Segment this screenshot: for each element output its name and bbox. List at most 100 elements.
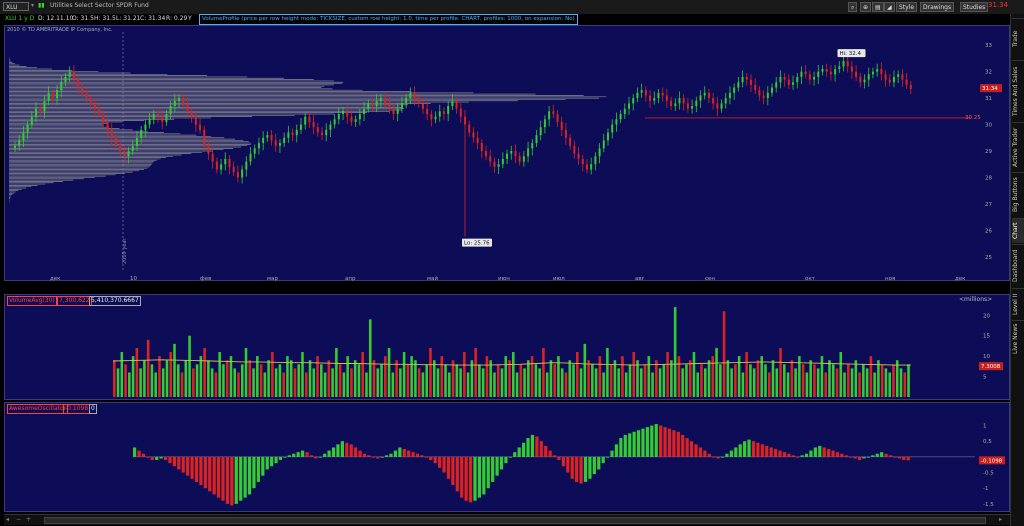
horizontal-scrollbar[interactable]: ◂ − + ▸ — [4, 514, 1010, 525]
oscillator-bar — [499, 456, 504, 470]
price-x-tick: окт — [805, 276, 816, 282]
volume-bar — [662, 364, 666, 397]
scroll-right-icon[interactable]: ▸ — [999, 516, 1002, 523]
oscillator-bar — [265, 456, 269, 470]
oscillator-bar — [751, 441, 756, 457]
hline-label: 30.25 — [965, 115, 981, 121]
candle-body — [581, 158, 584, 165]
price-y-tick: 29 — [985, 149, 992, 155]
oscillator-bar — [367, 455, 371, 457]
oscillator-bar — [239, 456, 243, 501]
candle-body — [114, 137, 117, 146]
oscillator-bar — [769, 447, 773, 457]
volume-bar — [263, 372, 267, 397]
candle-body — [855, 71, 858, 77]
volume-bar — [877, 360, 880, 397]
candle-body — [754, 84, 757, 91]
symbol-dropdown-icon[interactable]: ▾ — [31, 2, 34, 9]
candle-body — [173, 100, 176, 107]
candle-body — [737, 82, 740, 88]
volume-bar — [218, 352, 221, 397]
studies-button[interactable]: Studies — [960, 2, 989, 12]
oscillator-bar — [906, 456, 910, 461]
oscillator-bar — [566, 456, 570, 473]
candle-body — [623, 108, 626, 114]
candle-body — [459, 108, 462, 117]
style-button[interactable]: Style — [896, 2, 918, 12]
price-x-tick: июн — [498, 276, 510, 282]
volume-bar — [831, 364, 835, 397]
price-x-tick: июл — [553, 276, 565, 282]
sidebar-tab-big-buttons[interactable]: Big Buttons — [1012, 172, 1024, 217]
print-button[interactable]: ▤ — [872, 2, 884, 12]
sidebar-tab-live-news[interactable]: Live News — [1012, 320, 1024, 357]
candle-body — [564, 129, 567, 138]
candle-body — [670, 100, 673, 107]
oscillator-y-tick: -1.5 — [983, 502, 994, 508]
candle-body — [556, 113, 559, 122]
info-flag: Y — [188, 15, 192, 22]
candle-body — [371, 103, 374, 107]
volume-last-label: 7.3008 — [981, 364, 1001, 370]
sidebar-tab-chart[interactable]: Chart — [1012, 218, 1024, 243]
candle-body — [813, 76, 816, 80]
oscillator-bar — [840, 453, 844, 457]
oscillator-bar — [888, 455, 893, 457]
oscillator-bar — [433, 456, 437, 464]
scroll-left-icon[interactable]: ◂ — [6, 516, 9, 523]
search-button[interactable]: ⌕ — [848, 2, 858, 12]
oscillator-bar — [561, 456, 566, 467]
oscillator-bar — [902, 456, 906, 460]
volume-panel[interactable]: VolumeAvg(30) 7,300,622 5,410,370.6667 <… — [4, 294, 1010, 400]
volume-chart[interactable]: 5 10 15 20 7.3008 — [5, 295, 1011, 401]
oscillator-bar — [384, 455, 389, 457]
oscillator-bar — [411, 452, 415, 457]
volume-bar — [271, 352, 274, 397]
volume-bar — [647, 356, 651, 397]
candle-body — [691, 106, 694, 109]
volume-bar — [606, 347, 609, 397]
oscillator-chart[interactable]: 1 0.5 -0.5 -1 -1.5 -0.1098 — [5, 403, 1011, 513]
candle-body — [796, 76, 799, 83]
zoom-button[interactable]: ⊕ — [860, 2, 872, 12]
sidebar-tab-level-ii[interactable]: Level II — [1012, 288, 1024, 319]
sidebar-tab-times-and-sales[interactable]: Times And Sales — [1012, 60, 1024, 121]
candle-body — [199, 124, 202, 130]
oscillator-bar — [880, 452, 884, 457]
last-price-header: 31.34 — [988, 1, 1009, 9]
candle-body — [77, 79, 80, 88]
candle-body — [43, 100, 46, 112]
zoom-in-icon[interactable]: + — [26, 516, 31, 523]
zoom-out-icon[interactable]: − — [16, 516, 21, 523]
high-annotation: Hi: 32.4 — [840, 51, 862, 57]
candle-body — [421, 103, 424, 109]
drawings-button[interactable]: Drawings — [920, 2, 955, 12]
candle-body — [653, 98, 656, 101]
volume-bar — [583, 343, 587, 397]
candle-body — [758, 90, 761, 96]
oscillator-bar — [402, 449, 406, 457]
oscillator-bar — [796, 456, 800, 458]
sidebar-tab-active-trader[interactable]: Active Trader — [1012, 122, 1024, 171]
candle-body — [93, 103, 96, 109]
drawing-tool-button[interactable]: ◢ — [884, 2, 895, 12]
volume-bar — [176, 364, 180, 397]
candle-body — [615, 119, 618, 125]
sidebar-tab-trade[interactable]: Trade — [1012, 18, 1024, 59]
symbol-input[interactable]: XLU — [3, 2, 29, 11]
volume-bar — [824, 372, 827, 397]
oscillator-bar — [778, 450, 782, 457]
sidebar-tab-dashboard[interactable]: Dashboard — [1012, 244, 1024, 287]
scroll-thumb[interactable] — [44, 517, 986, 524]
study-label[interactable]: VolumeProfile (price per row height mode… — [199, 14, 578, 25]
volume-bar — [451, 360, 455, 397]
price-chart[interactable]: 30.252009 yearHi: 32.4Lo: 25.76252627282… — [5, 26, 1011, 282]
price-panel[interactable]: 2010 © TD AMERITRADE IP Company, Inc. 30… — [4, 25, 1011, 282]
oscillator-bar — [336, 444, 340, 457]
candle-body — [573, 145, 576, 154]
oscillator-bar — [287, 455, 291, 457]
candle-body — [409, 92, 412, 99]
oscillator-bar — [557, 456, 561, 460]
oscillator-panel[interactable]: AwesomeOscillator -0.1098 0 1 0.5 -0.5 -1 -1… — [4, 402, 1010, 512]
volume-bar — [587, 360, 590, 397]
